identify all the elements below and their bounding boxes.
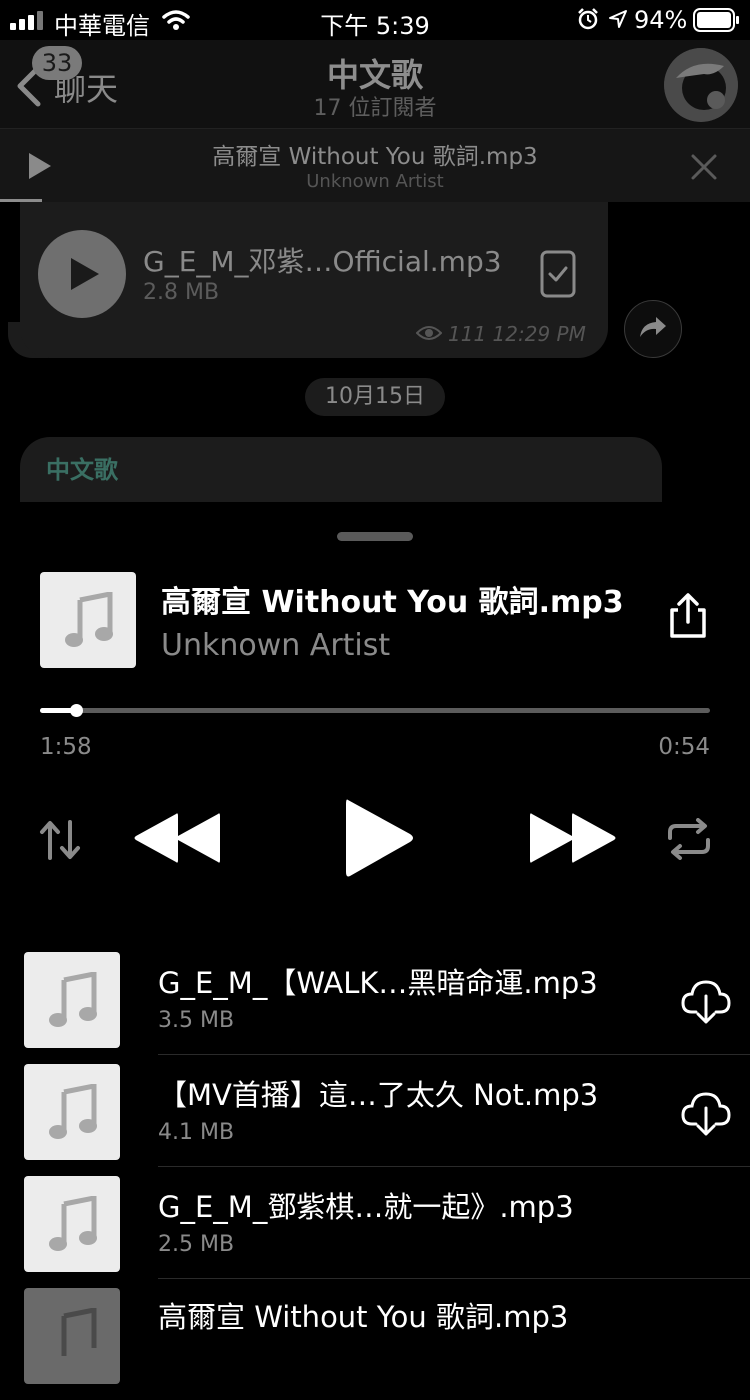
downloaded-check-icon — [540, 250, 576, 298]
divider — [158, 1054, 750, 1055]
track-size: 3.5 MB — [158, 1008, 235, 1033]
track-name: G_E_M_【WALK…黑暗命運.mp3 — [158, 966, 598, 1000]
list-item[interactable]: G_E_M_鄧紫棋…就一起》.mp3 2.5 MB — [0, 1176, 750, 1288]
music-note-icon — [49, 972, 97, 1027]
elapsed-time: 1:58 — [40, 734, 92, 760]
audio-file-name: G_E_M_邓紫…Official.mp3 — [143, 245, 502, 278]
track-name: 高爾宣 Without You 歌詞.mp3 — [158, 1300, 569, 1334]
music-note-icon — [49, 1084, 97, 1139]
track-name: G_E_M_鄧紫棋…就一起》.mp3 — [158, 1190, 574, 1224]
mini-player[interactable]: 高爾宣 Without You 歌詞.mp3 Unknown Artist — [0, 128, 750, 203]
music-note-icon — [49, 1196, 97, 1251]
player-sheet: 高爾宣 Without You 歌詞.mp3 Unknown Artist 1:… — [0, 502, 750, 1384]
audio-file-size: 2.8 MB — [143, 280, 220, 305]
order-icon[interactable] — [38, 818, 82, 862]
track-name: 【MV首播】這…了太久 Not.mp3 — [158, 1078, 599, 1112]
rewind-icon[interactable] — [130, 810, 222, 866]
track-thumbnail — [24, 1176, 120, 1272]
avatar-image — [664, 48, 738, 122]
alarm-icon — [578, 8, 598, 30]
views-eye-icon — [416, 326, 442, 340]
location-icon — [609, 10, 627, 28]
track-thumbnail — [24, 1064, 120, 1160]
channel-avatar[interactable] — [664, 48, 738, 122]
repeat-icon[interactable] — [664, 818, 714, 860]
mini-player-artist: Unknown Artist — [306, 171, 444, 192]
date-separator: 10月15日 — [305, 378, 445, 416]
list-item[interactable]: 高爾宣 Without You 歌詞.mp3 — [0, 1288, 750, 1400]
list-item[interactable]: 【MV首播】這…了太久 Not.mp3 4.1 MB — [0, 1064, 750, 1176]
cloud-download-icon[interactable] — [680, 1086, 732, 1138]
seek-bar-track[interactable] — [40, 708, 710, 713]
divider — [158, 1166, 750, 1167]
message-sender: 中文歌 — [46, 456, 118, 484]
play-icon[interactable] — [342, 796, 416, 880]
track-thumbnail — [24, 952, 120, 1048]
track-size: 4.1 MB — [158, 1120, 235, 1145]
mini-player-title: 高爾宣 Without You 歌詞.mp3 — [212, 144, 538, 170]
status-bar: 中華電信 下午 5:39 94% — [0, 0, 750, 40]
close-icon[interactable] — [690, 153, 718, 181]
sheet-grabber[interactable] — [337, 532, 413, 541]
now-playing-title: 高爾宣 Without You 歌詞.mp3 — [161, 585, 624, 620]
message-meta: 111 12:29 PM — [448, 322, 586, 346]
remaining-time: 0:54 — [658, 734, 710, 760]
music-note-icon — [61, 1308, 97, 1356]
music-note-icon — [65, 592, 113, 647]
seek-bar-knob[interactable] — [70, 704, 83, 717]
share-arrow-icon — [640, 317, 666, 337]
album-art — [40, 572, 136, 668]
track-thumbnail — [24, 1288, 120, 1384]
battery-percent: 94% — [634, 6, 688, 34]
now-playing-artist: Unknown Artist — [161, 628, 391, 663]
battery-icon — [693, 8, 739, 32]
audio-play-button[interactable] — [38, 230, 126, 318]
forward-button[interactable] — [624, 300, 682, 358]
chat-history: G_E_M_邓紫…Official.mp3 2.8 MB 111 12:29 P… — [0, 202, 750, 502]
nav-bar: 聊天 33 中文歌 17 位訂閱者 — [0, 40, 750, 128]
fast-forward-icon[interactable] — [528, 810, 620, 866]
divider — [158, 1278, 750, 1279]
list-item[interactable]: G_E_M_【WALK…黑暗命運.mp3 3.5 MB — [0, 952, 750, 1064]
track-size: 2.5 MB — [158, 1232, 235, 1257]
cloud-download-icon[interactable] — [680, 974, 732, 1026]
subscriber-count: 17 位訂閱者 — [313, 96, 437, 121]
share-icon[interactable] — [664, 592, 712, 640]
play-icon — [71, 258, 99, 290]
